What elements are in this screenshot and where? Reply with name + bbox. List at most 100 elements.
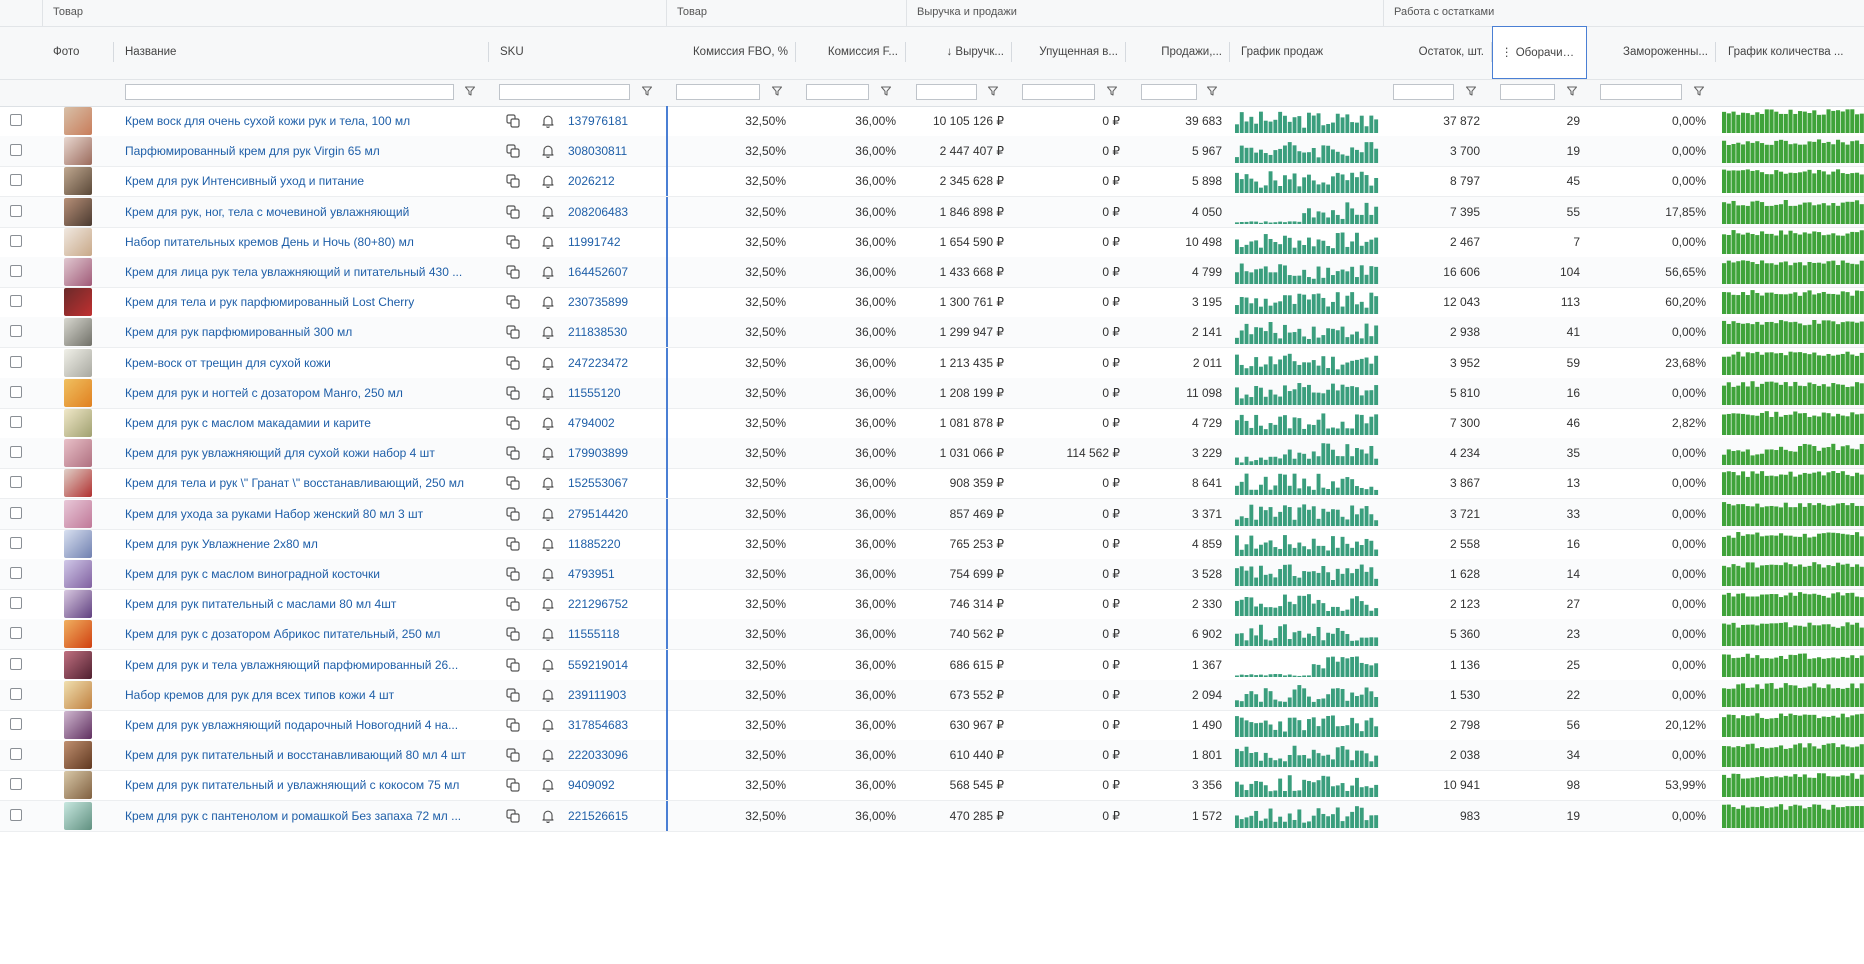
table-row[interactable]: Крем для тела и рук \" Гранат \" восстан… — [0, 468, 1864, 500]
table-row[interactable]: Крем для ухода за руками Набор женский 8… — [0, 498, 1864, 530]
product-name-link[interactable]: Крем-воск от трещин для сухой кожи — [125, 348, 480, 378]
product-name-link[interactable]: Крем для рук Увлажнение 2х80 мл — [125, 529, 480, 559]
product-thumbnail[interactable] — [64, 529, 92, 558]
copy-icon[interactable] — [505, 113, 521, 129]
copy-icon[interactable] — [505, 566, 521, 582]
table-row[interactable]: Крем для рук парфюмированный 300 мл 21183… — [0, 317, 1864, 349]
product-name-link[interactable]: Парфюмированный крем для рук Virgin 65 м… — [125, 136, 480, 166]
sku-link[interactable]: 179903899 — [568, 438, 658, 468]
col-header-stock[interactable]: Остаток, шт. — [1383, 26, 1492, 79]
product-thumbnail[interactable] — [64, 318, 92, 347]
bell-icon[interactable] — [540, 385, 556, 401]
row-checkbox[interactable] — [10, 567, 22, 579]
sku-link[interactable]: 221526615 — [568, 801, 658, 831]
product-name-link[interactable]: Крем для лица рук тела увлажняющий и пит… — [125, 257, 480, 287]
filter-icon[interactable] — [1206, 85, 1218, 97]
copy-icon[interactable] — [505, 536, 521, 552]
product-thumbnail[interactable] — [64, 378, 92, 407]
product-name-link[interactable]: Крем для ухода за руками Набор женский 8… — [125, 499, 480, 529]
col-header-sales[interactable]: Продажи,... — [1126, 26, 1230, 79]
col-header-turnover[interactable]: ⋮ Оборачив... — [1492, 26, 1587, 79]
product-thumbnail[interactable] — [64, 197, 92, 226]
row-checkbox[interactable] — [10, 204, 22, 217]
copy-icon[interactable] — [505, 415, 521, 431]
bell-icon[interactable] — [540, 173, 556, 189]
sku-link[interactable]: 4794002 — [568, 408, 658, 438]
product-thumbnail[interactable] — [64, 680, 92, 709]
product-thumbnail[interactable] — [64, 258, 92, 286]
product-thumbnail[interactable] — [64, 107, 92, 135]
copy-icon[interactable] — [505, 173, 521, 189]
bell-icon[interactable] — [540, 475, 556, 491]
copy-icon[interactable] — [505, 264, 521, 280]
row-checkbox[interactable] — [10, 718, 22, 730]
table-row[interactable]: Крем для рук увлажняющий подарочный Ново… — [0, 710, 1864, 741]
filter-input-turnover[interactable] — [1500, 84, 1555, 100]
product-thumbnail[interactable] — [64, 620, 92, 649]
bell-icon[interactable] — [540, 717, 556, 733]
filter-icon[interactable] — [641, 85, 653, 97]
copy-icon[interactable] — [505, 234, 521, 250]
product-name-link[interactable]: Крем для рук парфюмированный 300 мл — [125, 317, 480, 347]
bell-icon[interactable] — [540, 687, 556, 703]
row-checkbox[interactable] — [10, 446, 22, 459]
copy-icon[interactable] — [505, 143, 521, 159]
bell-icon[interactable] — [540, 657, 556, 673]
filter-icon[interactable] — [880, 85, 892, 97]
filter-icon[interactable] — [464, 85, 476, 97]
col-header-frozen[interactable]: Замороженны... — [1587, 26, 1716, 79]
product-name-link[interactable]: Крем для рук с пантенолом и ромашкой Без… — [125, 801, 480, 831]
product-thumbnail[interactable] — [64, 771, 92, 800]
filter-icon[interactable] — [771, 85, 783, 97]
table-row[interactable]: Парфюмированный крем для рук Virgin 65 м… — [0, 136, 1864, 168]
copy-icon[interactable] — [505, 657, 521, 673]
bell-icon[interactable] — [540, 324, 556, 340]
product-thumbnail[interactable] — [64, 741, 92, 770]
product-thumbnail[interactable] — [64, 137, 92, 166]
product-thumbnail[interactable] — [64, 288, 92, 317]
row-checkbox[interactable] — [10, 295, 22, 308]
table-row[interactable]: Крем для рук питательный и увлажняющий с… — [0, 770, 1864, 802]
col-header-name[interactable]: Название — [114, 26, 489, 79]
filter-icon[interactable] — [987, 85, 999, 97]
row-checkbox[interactable] — [10, 325, 22, 338]
table-row[interactable]: Крем для рук с маслом макадамии и карите… — [0, 408, 1864, 439]
row-checkbox[interactable] — [10, 506, 22, 519]
row-checkbox[interactable] — [10, 687, 22, 700]
table-row[interactable]: Крем для рук Увлажнение 2х80 мл 11885220 3… — [0, 528, 1864, 560]
bell-icon[interactable] — [540, 747, 556, 763]
bell-icon[interactable] — [540, 808, 556, 824]
product-thumbnail[interactable] — [64, 469, 92, 498]
sku-link[interactable]: 11885220 — [568, 529, 658, 559]
row-checkbox[interactable] — [10, 748, 22, 761]
filter-input-sku[interactable] — [499, 84, 630, 100]
sku-link[interactable]: 208206483 — [568, 197, 658, 227]
copy-icon[interactable] — [505, 355, 521, 371]
product-name-link[interactable]: Крем для рук питательный и восстанавлива… — [125, 740, 480, 770]
table-row[interactable]: Крем для рук и тела увлажняющий парфюмир… — [0, 649, 1864, 681]
product-thumbnail[interactable] — [64, 499, 92, 528]
col-header-fbo[interactable]: Комиссия FBO, % — [666, 26, 796, 79]
copy-icon[interactable] — [505, 626, 521, 642]
sku-link[interactable]: 239111903 — [568, 680, 658, 710]
product-name-link[interactable]: Крем для рук увлажняющий подарочный Ново… — [125, 710, 480, 740]
row-checkbox[interactable] — [10, 657, 22, 670]
sku-link[interactable]: 308030811 — [568, 136, 658, 166]
copy-icon[interactable] — [505, 385, 521, 401]
row-checkbox[interactable] — [10, 385, 22, 398]
copy-icon[interactable] — [505, 475, 521, 491]
row-checkbox[interactable] — [10, 808, 22, 821]
product-name-link[interactable]: Крем для рук и ногтей с дозатором Манго,… — [125, 378, 480, 408]
table-row[interactable]: Крем для рук и ногтей с дозатором Манго,… — [0, 377, 1864, 409]
sku-link[interactable]: 279514420 — [568, 499, 658, 529]
row-checkbox[interactable] — [10, 476, 22, 489]
product-thumbnail[interactable] — [64, 409, 92, 437]
sku-link[interactable]: 11991742 — [568, 227, 658, 257]
copy-icon[interactable] — [505, 445, 521, 461]
row-checkbox[interactable] — [10, 416, 22, 428]
copy-icon[interactable] — [505, 687, 521, 703]
table-row[interactable]: Крем для рук увлажняющий для сухой кожи … — [0, 438, 1864, 470]
table-row[interactable]: Крем для тела и рук парфюмированный Lost… — [0, 287, 1864, 319]
filter-input-name[interactable] — [125, 84, 454, 100]
bell-icon[interactable] — [540, 626, 556, 642]
